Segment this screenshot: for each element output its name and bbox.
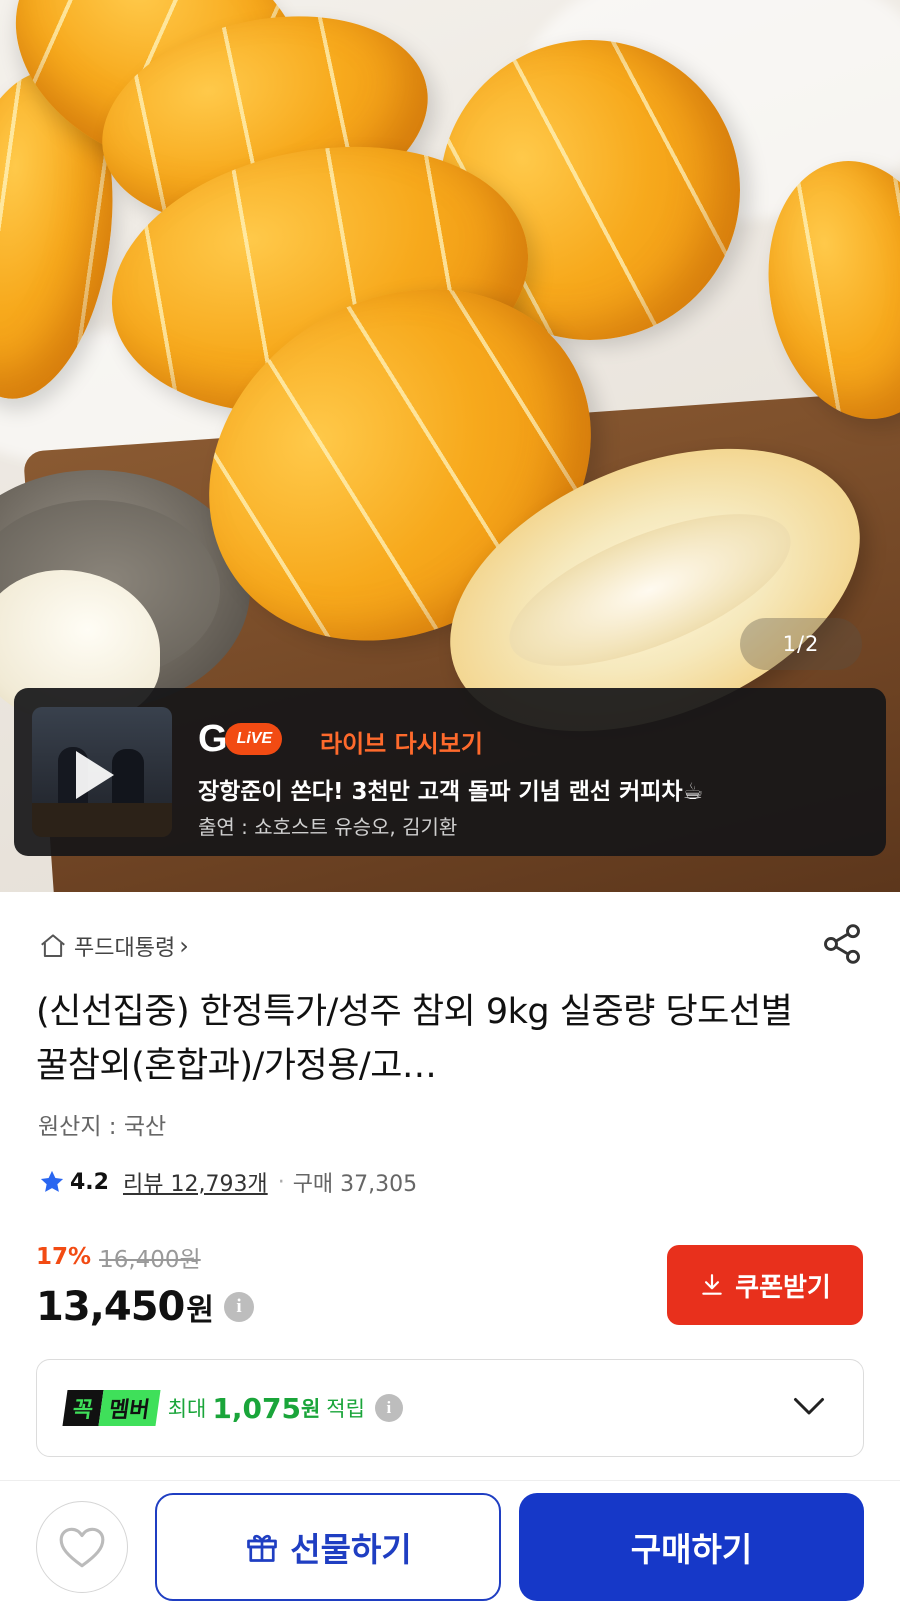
wishlist-button[interactable] <box>36 1501 128 1593</box>
live-pill: LiVE <box>224 723 283 755</box>
coupon-download-button[interactable]: 쿠폰받기 <box>667 1245 863 1325</box>
price-currency: 원 <box>186 1293 214 1328</box>
play-icon <box>76 751 114 799</box>
membership-reward-panel[interactable]: 꼭 멤버 최대 1,075 원 적립 i <box>36 1359 864 1457</box>
live-video-thumbnail[interactable] <box>32 707 172 837</box>
price-info-icon[interactable]: i <box>223 1292 254 1322</box>
glive-logo: G LiVE <box>198 718 283 760</box>
bottom-action-bar: 선물하기 구매하기 <box>0 1480 900 1619</box>
live-cast: 출연 : 쇼호스트 유승오, 김기환 <box>198 815 458 839</box>
coupon-label: 쿠폰받기 <box>735 1272 831 1303</box>
gift-icon <box>247 1534 278 1562</box>
reward-max-label: 최대 <box>167 1397 207 1421</box>
price-block: 17% 16,400원 13,450 원 i <box>36 1240 254 1330</box>
image-pager: 1/2 <box>740 618 862 670</box>
review-count-link[interactable]: 리뷰 12,793개 <box>123 1166 268 1198</box>
buy-button[interactable]: 구매하기 <box>519 1493 864 1601</box>
g-logo-icon: G <box>198 718 228 760</box>
discount-rate: 17% <box>36 1244 92 1270</box>
product-title: (신선집중) 한정특가/성주 참외 9kg 실중량 당도선별 꿀참외(혼합과)/… <box>36 992 793 1086</box>
gift-button[interactable]: 선물하기 <box>155 1493 501 1601</box>
live-replay-label: 라이브 다시보기 <box>320 730 483 758</box>
rating-score: 4.2 <box>70 1169 109 1195</box>
gift-label: 선물하기 <box>290 1530 412 1569</box>
download-icon <box>702 1274 722 1295</box>
star-icon <box>40 1170 64 1192</box>
breadcrumb-category[interactable]: 푸드대통령 <box>74 930 175 962</box>
product-image[interactable]: 1/2 G LiVE 라이브 다시보기 장항준이 쏜다! 3천만 고객 돌파 기… <box>0 0 900 892</box>
live-title: 장항준이 쏜다! 3천만 고객 돌파 기념 랜선 커피차☕ <box>198 779 704 805</box>
chevron-right-icon: › <box>179 932 189 960</box>
separator-dot: · <box>277 1169 285 1195</box>
heart-icon <box>59 1527 105 1568</box>
reward-amount: 1,075 <box>212 1391 301 1425</box>
reward-info-icon[interactable]: i <box>374 1394 403 1422</box>
breadcrumb[interactable]: 푸드대통령 › <box>38 930 189 962</box>
sale-price: 13,450 <box>36 1284 185 1330</box>
product-origin: 원산지 : 국산 <box>38 1114 167 1140</box>
reward-earn-label: 적립 <box>326 1397 365 1421</box>
kkok-member-badge: 꼭 멤버 <box>62 1390 161 1426</box>
live-replay-banner[interactable]: G LiVE 라이브 다시보기 장항준이 쏜다! 3천만 고객 돌파 기념 랜선… <box>14 688 886 856</box>
original-price: 16,400원 <box>99 1247 201 1273</box>
rating-row: 4.2 리뷰 12,793개 · 구매 37,305 <box>38 1166 417 1198</box>
share-icon[interactable] <box>820 922 864 966</box>
purchase-count: 구매 37,305 <box>292 1172 418 1197</box>
buy-label: 구매하기 <box>630 1530 753 1569</box>
home-icon <box>41 934 65 957</box>
chevron-down-icon[interactable] <box>791 1392 827 1422</box>
reward-amount-unit: 원 <box>300 1397 321 1421</box>
